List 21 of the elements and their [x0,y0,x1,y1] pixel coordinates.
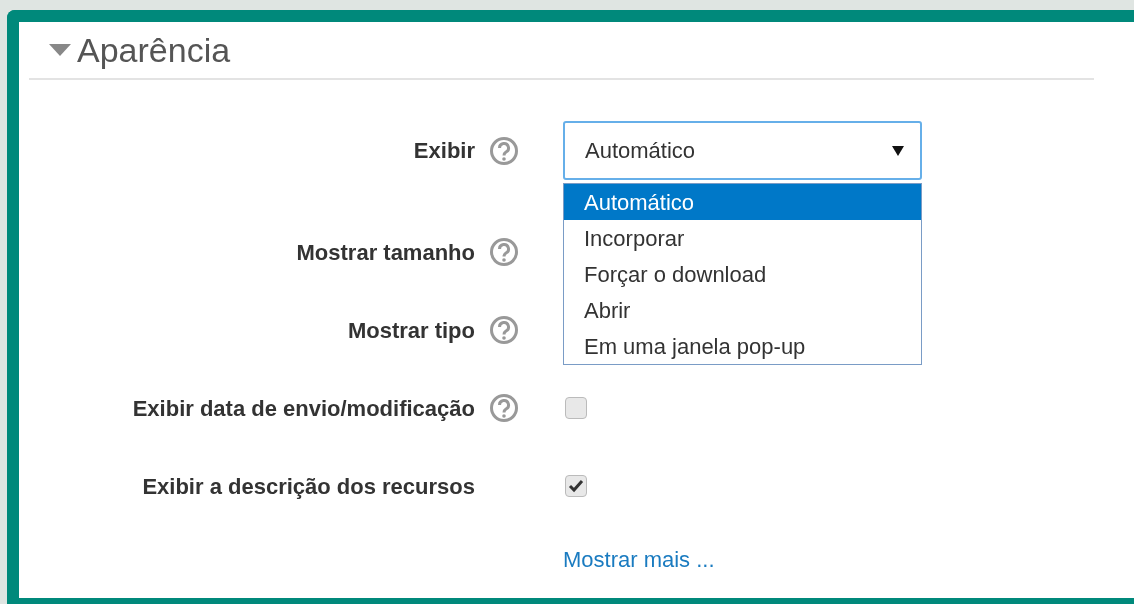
field-label: Exibir data de envio/modificação [132,394,475,423]
dropdown-option[interactable]: Abrir [564,292,921,328]
show-more-link[interactable]: Mostrar mais ... [563,543,715,576]
field-label: Mostrar tamanho [296,238,475,267]
dropdown-option[interactable]: Forçar o download [564,256,921,292]
field-label: Mostrar tipo [347,316,475,345]
help-icon[interactable] [489,393,519,423]
checkbox[interactable] [565,397,587,419]
help-icon[interactable] [489,135,519,166]
dropdown-option[interactable]: Automático [564,184,921,220]
section-title[interactable]: Aparência [77,24,231,76]
checkbox[interactable] [565,475,587,497]
help-icon[interactable] [489,237,519,267]
dropdown-option[interactable]: Em uma janela pop-up [564,328,921,364]
collapse-caret-icon[interactable] [49,44,71,56]
field-label: Exibir [413,137,475,165]
field-label: Exibir a descrição dos recursos [142,472,475,501]
display-select[interactable]: Automático [563,121,922,180]
dropdown-option[interactable]: Incorporar [564,220,921,256]
dropdown-caret-icon [892,145,904,156]
help-icon[interactable] [489,315,519,345]
